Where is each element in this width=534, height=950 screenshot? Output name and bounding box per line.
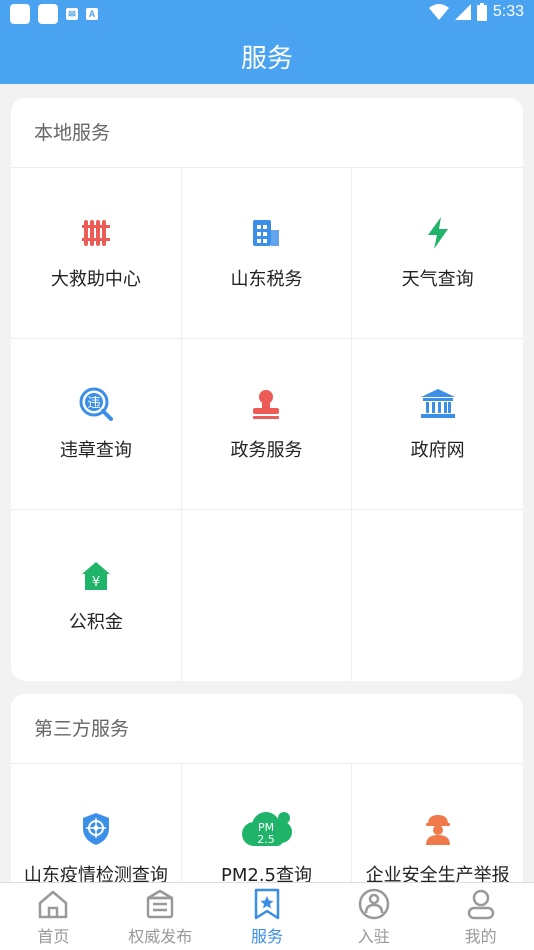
service-label: 大救助中心 bbox=[50, 269, 141, 290]
battery-icon bbox=[476, 3, 487, 21]
status-time: 5:33 bbox=[492, 3, 524, 20]
radiator-icon bbox=[78, 215, 114, 251]
home-icon bbox=[36, 887, 70, 921]
empty-cell bbox=[352, 510, 523, 681]
status-bar: ✉ A 5:33 bbox=[0, 0, 534, 28]
service-label: 政府网 bbox=[410, 440, 465, 461]
font-icon: A bbox=[86, 8, 98, 20]
tab-label: 入驻 bbox=[357, 926, 390, 946]
safety-worker-icon bbox=[420, 811, 456, 847]
app-icon bbox=[10, 4, 30, 24]
tab-service[interactable]: 服务 bbox=[214, 883, 321, 950]
service-label: 山东税务 bbox=[230, 269, 303, 290]
pm25-icon-text-2: 2.5 bbox=[258, 833, 276, 846]
tab-home[interactable]: 首页 bbox=[0, 883, 107, 950]
service-item-shandong-tax[interactable]: 山东税务 bbox=[181, 168, 353, 339]
tab-mine[interactable]: 我的 bbox=[427, 883, 534, 950]
stamp-icon bbox=[248, 386, 284, 422]
service-item-government-website[interactable]: 政府网 bbox=[352, 339, 523, 510]
local-services-title: 本地服务 bbox=[11, 98, 523, 168]
service-item-safety-report[interactable]: 企业安全生产举报 bbox=[352, 764, 523, 894]
service-item-epidemic-test[interactable]: 山东疫情检测查询 bbox=[11, 764, 182, 894]
svg-text:违: 违 bbox=[87, 396, 100, 411]
mail-icon: ✉ bbox=[66, 8, 78, 20]
tab-label: 首页 bbox=[37, 926, 70, 946]
tab-authority-release[interactable]: 权威发布 bbox=[107, 883, 214, 950]
service-item-housing-fund[interactable]: ¥ 公积金 bbox=[11, 510, 182, 681]
svg-text:¥: ¥ bbox=[92, 575, 100, 590]
traffic-violation-icon: 违 bbox=[78, 386, 114, 422]
user-icon bbox=[464, 887, 498, 921]
enter-icon bbox=[357, 887, 391, 921]
empty-cell bbox=[182, 510, 353, 681]
service-item-violation[interactable]: 违 违章查询 bbox=[11, 339, 182, 510]
bookmark-star-icon bbox=[250, 887, 284, 921]
government-building-icon bbox=[420, 386, 456, 422]
service-label: 政务服务 bbox=[230, 440, 303, 461]
service-label: 公积金 bbox=[68, 611, 123, 633]
local-services-card: 本地服务 大救助中心 山东税务 天气查询 违 违章查询 政务服务 政府网 ¥ 公… bbox=[11, 98, 523, 681]
service-item-rescue-center[interactable]: 大救助中心 bbox=[11, 168, 182, 339]
tab-settle-in[interactable]: 入驻 bbox=[320, 883, 427, 950]
shield-target-icon bbox=[78, 811, 114, 847]
house-fund-icon: ¥ bbox=[78, 558, 114, 594]
tab-label: 权威发布 bbox=[128, 926, 193, 946]
service-label: 天气查询 bbox=[401, 269, 474, 290]
lightning-icon bbox=[420, 215, 456, 251]
app-icon bbox=[38, 4, 58, 24]
building-icon bbox=[248, 215, 284, 251]
third-party-services-title: 第三方服务 bbox=[11, 694, 523, 764]
service-item-government-service[interactable]: 政务服务 bbox=[181, 339, 353, 510]
service-label: 违章查询 bbox=[59, 440, 132, 461]
service-item-pm25[interactable]: PM 2.5 PM2.5查询 bbox=[182, 764, 353, 894]
tab-label: 我的 bbox=[464, 926, 497, 946]
tab-label: 服务 bbox=[250, 926, 283, 946]
wifi-icon bbox=[428, 4, 449, 20]
page-title: 服务 bbox=[0, 28, 534, 84]
service-item-weather[interactable]: 天气查询 bbox=[352, 168, 523, 339]
signal-icon bbox=[454, 4, 471, 20]
bottom-tab-bar: 首页 权威发布 服务 入驻 我的 bbox=[0, 882, 534, 950]
news-icon bbox=[143, 887, 177, 921]
pm25-cloud-icon: PM 2.5 bbox=[239, 811, 293, 847]
third-party-services-card: 第三方服务 山东疫情检测查询 PM 2.5 PM2.5查询 企业安全生产举报 bbox=[11, 694, 523, 894]
